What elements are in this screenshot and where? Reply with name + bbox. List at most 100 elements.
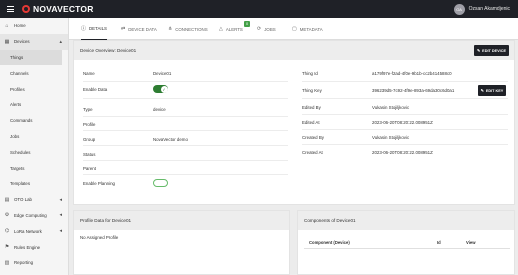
alerts-count-badge: 0 (244, 21, 250, 27)
sidebar-item-label: LoRa Network (14, 228, 42, 234)
sidebar-item-templates[interactable]: Templates (0, 176, 68, 192)
sidebar-item-label: Reporting (14, 260, 34, 266)
field-label: Enable Data (83, 87, 108, 92)
sidebar-item-label: Rules Engine (14, 244, 41, 250)
field-label: Thing Id (302, 71, 318, 76)
field-value: device (153, 107, 166, 112)
logo-icon (22, 5, 30, 13)
sidebar-item-channels[interactable]: Channels (0, 65, 68, 81)
home-icon: ⌂ (5, 22, 9, 29)
edit-device-button[interactable]: ✎ EDIT DEVICE (474, 45, 509, 56)
field-label: Created By (302, 135, 324, 140)
sidebar-item-commands[interactable]: Commands (0, 113, 68, 129)
menu-icon[interactable] (0, 0, 20, 18)
edge-icon: ⚙ (4, 212, 10, 219)
sidebar-item-things[interactable]: Things (0, 49, 62, 66)
sidebar-item-edge-computing[interactable]: ⚙ Edge Computing ◂ (0, 208, 68, 224)
tab-bar: ⓘ DETAILS ⇄ DEVICE DATA ⋔ CONNECTIONS △ … (69, 18, 518, 40)
enable-data-toggle[interactable]: ✓ (153, 85, 168, 93)
sidebar-item-alerts[interactable]: Alerts (0, 97, 68, 113)
connections-icon: ⋔ (168, 26, 173, 32)
divider (302, 114, 508, 115)
divider (304, 248, 510, 249)
field-label: Created At (302, 150, 323, 155)
components-card: Components of Device01 Component (Device… (297, 210, 515, 275)
sidebar-item-jobs[interactable]: Jobs (0, 129, 68, 145)
card-title: Device Overview: Device01 (80, 48, 137, 53)
sidebar-item-label: Edge Computing (14, 212, 47, 218)
lab-icon: ▤ (4, 196, 10, 203)
divider (302, 129, 508, 130)
divider (83, 160, 288, 161)
sidebar-item-oto-lab[interactable]: ▤ OTO Lab ◂ (0, 192, 68, 208)
profile-data-card: Profile Data for Device01 No Assigned Pr… (73, 210, 290, 275)
sidebar-item-label: Alerts (10, 102, 22, 108)
field-label: Enable Planning (83, 181, 115, 186)
sidebar-item-devices[interactable]: ▦ Devices ▴ (0, 33, 68, 50)
sidebar-item-profiles[interactable]: Profiles (0, 81, 68, 97)
sidebar-item-label: Channels (10, 70, 29, 76)
chevron-left-icon: ◂ (59, 212, 62, 219)
sidebar-item-schedules[interactable]: Schedules (0, 144, 68, 160)
tab-metadata[interactable]: ▢ METADATA (292, 18, 323, 40)
sidebar-item-reporting[interactable]: ▥ Reporting (0, 255, 68, 271)
network-icon: ⌬ (4, 228, 10, 235)
divider (83, 130, 288, 131)
app-name: NOVAVECTOR (33, 4, 94, 14)
device-overview-card: Device Overview: Device01 ✎ EDIT DEVICE … (73, 40, 515, 205)
field-label: Name (83, 71, 95, 76)
sidebar-item-label: OTO Lab (14, 197, 32, 203)
field-label: Edited At (302, 120, 320, 125)
chevron-left-icon: ◂ (59, 228, 62, 235)
field-label: Type (83, 107, 93, 112)
column-header[interactable]: Component (Device) (309, 240, 350, 245)
rules-icon: ⚑ (4, 244, 10, 251)
sidebar-item-rules-engine[interactable]: ⚑ Rules Engine (0, 239, 68, 255)
field-label: Profile (83, 122, 96, 127)
top-bar: NOVAVECTOR OA Ozsan Akamdjenic (0, 0, 518, 18)
card-title: Profile Data for Device01 (80, 218, 132, 223)
user-menu[interactable]: OA Ozsan Akamdjenic (453, 2, 510, 16)
column-header[interactable]: View (466, 240, 475, 245)
field-value: Vukasin Stojiljkovic (372, 135, 410, 140)
field-value: Vukasin Stojiljkovic (372, 105, 410, 110)
chevron-up-icon: ▴ (59, 38, 62, 45)
tab-jobs[interactable]: ⟳ JOBS (257, 18, 276, 40)
tab-connections[interactable]: ⋔ CONNECTIONS (168, 18, 208, 40)
divider (83, 116, 288, 117)
field-label: Group (83, 137, 96, 142)
tab-alerts[interactable]: △ ALERTS (219, 18, 243, 40)
field-label: Thing Key (302, 88, 322, 93)
divider (302, 144, 508, 145)
sidebar-item-label: Targets (10, 165, 25, 171)
app-logo[interactable]: NOVAVECTOR (22, 4, 94, 14)
tab-label: DEVICE DATA (128, 26, 157, 32)
components-header: Components of Device01 (298, 211, 514, 230)
sidebar-item-label: Commands (10, 118, 33, 124)
tab-label: METADATA (299, 26, 323, 32)
edit-icon: ✎ (480, 89, 484, 93)
sidebar-item-home[interactable]: ⌂ Home (0, 18, 68, 34)
enable-planning-toggle[interactable] (153, 179, 168, 187)
chevron-left-icon: ◂ (59, 196, 62, 203)
sidebar-item-label: Schedules (10, 149, 31, 155)
field-value: 2023-06-20T08:20:22.008951Z (372, 120, 433, 125)
field-label: Edited By (302, 105, 321, 110)
toggle-knob (154, 180, 161, 186)
sidebar-item-targets[interactable]: Targets (0, 160, 68, 176)
divider (83, 174, 288, 175)
divider (302, 81, 508, 82)
jobs-icon: ⟳ (257, 26, 262, 32)
profile-data-header: Profile Data for Device01 (74, 211, 289, 230)
sidebar-item-lora-network[interactable]: ⌬ LoRa Network ◂ (0, 223, 68, 239)
field-value: 2023-06-20T08:20:22.008951Z (372, 150, 433, 155)
metadata-icon: ▢ (292, 26, 297, 32)
edit-key-button[interactable]: ✎ EDIT KEY (478, 85, 506, 96)
column-header[interactable]: Id (437, 240, 441, 245)
sidebar-item-label: Devices (14, 39, 30, 45)
empty-state-text: No Assigned Profile (80, 235, 119, 240)
tab-device-data[interactable]: ⇄ DEVICE DATA (121, 18, 157, 40)
tab-details[interactable]: ⓘ DETAILS (81, 18, 107, 40)
info-icon: ⓘ (81, 26, 87, 32)
sidebar-item-label: Things (10, 54, 24, 60)
